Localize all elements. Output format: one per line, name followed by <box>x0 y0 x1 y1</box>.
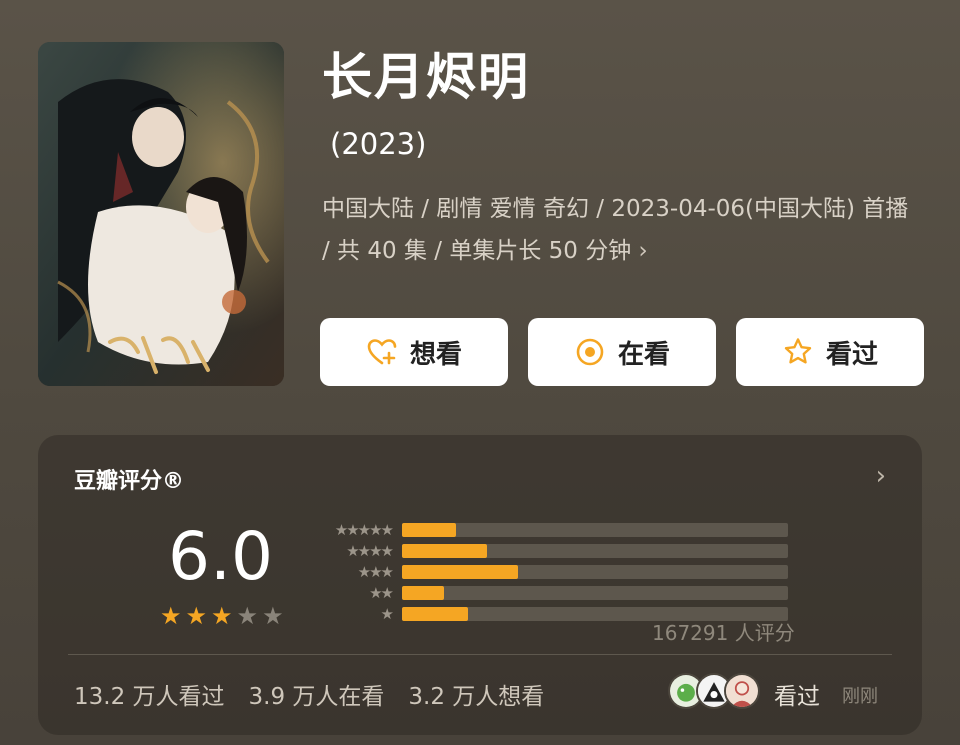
star-icon: ★ <box>211 602 233 630</box>
distribution-stars-icon: ★★★ <box>357 562 394 581</box>
distribution-stars-icon: ★★★★ <box>346 541 394 560</box>
distribution-stars-icon: ★★★★★ <box>334 520 394 539</box>
watched-label: 看过 <box>825 339 878 370</box>
distribution-stars-icon: ★ <box>380 604 394 623</box>
avatar[interactable] <box>724 673 760 709</box>
target-icon <box>576 338 604 366</box>
distribution-bar <box>402 606 468 621</box>
star-icon: ★ <box>236 602 259 630</box>
show-year: (2023) <box>330 127 427 161</box>
show-meta[interactable]: 中国大陆 / 剧情 爱情 奇幻 / 2023-04-06(中国大陆) 首播 / … <box>322 188 922 272</box>
stat-want: 3.2 万人想看 <box>408 684 545 710</box>
heart-plus-icon <box>367 339 397 365</box>
show-title: 长月烬明 <box>322 48 530 106</box>
distribution-bar <box>402 564 518 579</box>
distribution-row: ★★★★ <box>314 540 788 561</box>
poster-image[interactable] <box>38 42 284 386</box>
star-outline-icon <box>784 338 812 364</box>
stats-row: 13.2 万人看过 3.9 万人在看 3.2 万人想看 <box>74 677 544 711</box>
distribution-bar <box>402 543 487 558</box>
distribution-bar <box>402 585 445 600</box>
poster-illustration <box>38 42 284 386</box>
chevron-right-icon: › <box>638 238 648 264</box>
star-icon: ★ <box>185 602 208 630</box>
recent-time: 刚刚 <box>842 686 878 707</box>
want-to-watch-button[interactable]: 想看 <box>320 318 508 386</box>
watching-label: 在看 <box>617 339 670 370</box>
want-to-watch-label: 想看 <box>409 339 462 370</box>
recent-avatars[interactable] <box>668 673 760 709</box>
distribution-row: ★★ <box>314 582 788 603</box>
action-bar: 想看 在看 看过 <box>320 318 924 386</box>
distribution-row: ★★★ <box>314 561 788 582</box>
star-icon: ★ <box>262 602 284 630</box>
stat-watching: 3.9 万人在看 <box>248 684 385 710</box>
rating-distribution: ★★★★★ ★★★★ ★★★ ★★ ★ <box>314 519 788 624</box>
distribution-track <box>402 522 788 537</box>
stat-watched: 13.2 万人看过 <box>74 684 225 710</box>
distribution-track <box>402 543 788 558</box>
rating-card[interactable]: 豆瓣评分® › 6.0 ★ ★ ★ ★ ★ ★★★★★ ★★★★ ★★★ ★★ ★ 167291… <box>38 435 922 735</box>
score-stars: ★ ★ ★ ★ ★ <box>160 603 284 629</box>
star-icon: ★ <box>160 602 182 630</box>
divider <box>68 654 892 655</box>
rating-title: 豆瓣评分® <box>74 469 185 494</box>
rating-score: 6.0 <box>168 518 273 595</box>
distribution-row: ★★★★★ <box>314 519 788 540</box>
rating-count: 167291 人评分 <box>652 621 795 645</box>
distribution-bar <box>402 522 457 537</box>
recent-watched-label: 看过 <box>774 684 820 710</box>
distribution-track <box>402 585 788 600</box>
watched-button[interactable]: 看过 <box>736 318 924 386</box>
watching-button[interactable]: 在看 <box>528 318 716 386</box>
chevron-right-icon[interactable]: › <box>876 461 886 491</box>
meta-text: 中国大陆 / 剧情 爱情 奇幻 / 2023-04-06(中国大陆) 首播 / … <box>322 196 909 264</box>
distribution-track <box>402 564 788 579</box>
distribution-stars-icon: ★★ <box>369 583 394 602</box>
